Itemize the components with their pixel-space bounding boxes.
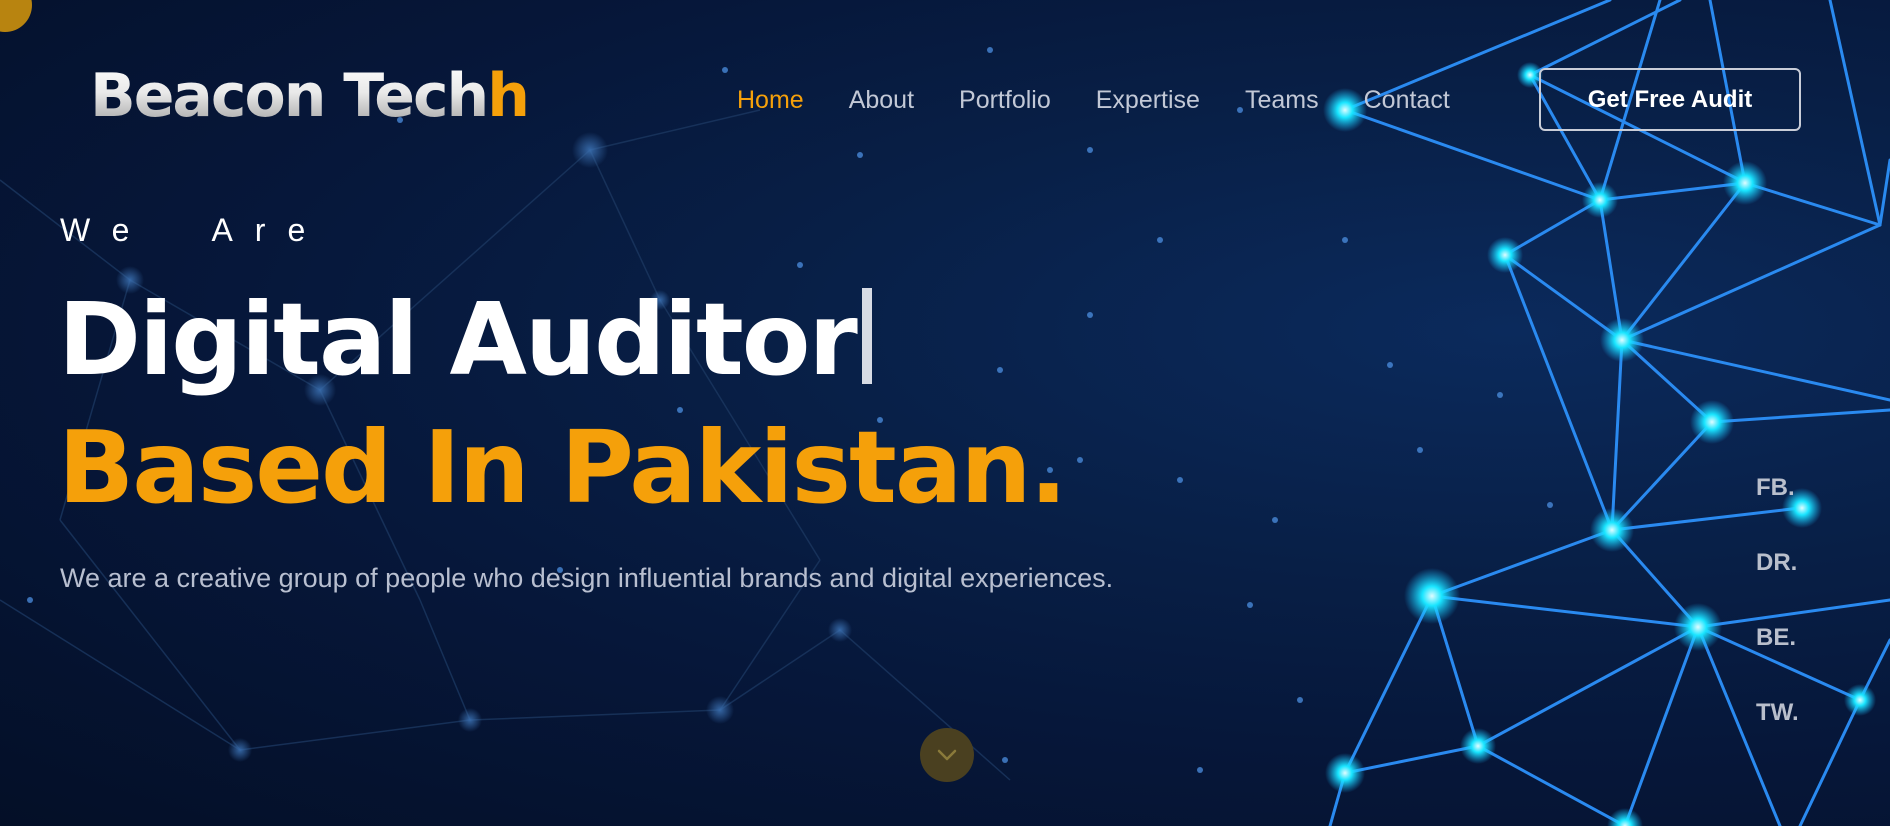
nav-item-teams[interactable]: Teams — [1245, 86, 1319, 115]
headline-typed-text: Digital Auditor — [58, 281, 858, 398]
social-link-twitter[interactable]: TW. — [1756, 699, 1799, 774]
chevron-down-icon — [937, 749, 957, 761]
hero-headline-line1: Digital Auditor — [58, 288, 872, 390]
get-free-audit-button[interactable]: Get Free Audit — [1539, 68, 1801, 131]
social-links: FB. DR. BE. TW. — [1756, 474, 1799, 774]
nav-item-about[interactable]: About — [849, 86, 914, 115]
hero-section: Beacon Techh Home About Portfolio Expert… — [0, 0, 1890, 826]
nav-item-portfolio[interactable]: Portfolio — [959, 86, 1051, 115]
nav-item-expertise[interactable]: Expertise — [1096, 86, 1200, 115]
social-link-dribbble[interactable]: DR. — [1756, 549, 1799, 624]
scroll-down-button[interactable] — [920, 728, 974, 782]
hero-eyebrow: We Are — [60, 212, 328, 248]
social-link-facebook[interactable]: FB. — [1756, 474, 1799, 549]
social-link-behance[interactable]: BE. — [1756, 624, 1799, 699]
typing-cursor — [861, 288, 872, 384]
main-nav: Home About Portfolio Expertise Teams Con… — [737, 86, 1495, 115]
hero-headline-line2: Based In Pakistan. — [58, 409, 1068, 526]
hero-description: We are a creative group of people who de… — [60, 563, 1114, 593]
logo-accent-text: h — [487, 61, 530, 131]
logo-main-text: Beacon Tech — [90, 61, 489, 131]
nav-item-home[interactable]: Home — [737, 86, 804, 115]
brand-logo[interactable]: Beacon Techh — [90, 66, 530, 126]
nav-item-contact[interactable]: Contact — [1364, 86, 1450, 115]
